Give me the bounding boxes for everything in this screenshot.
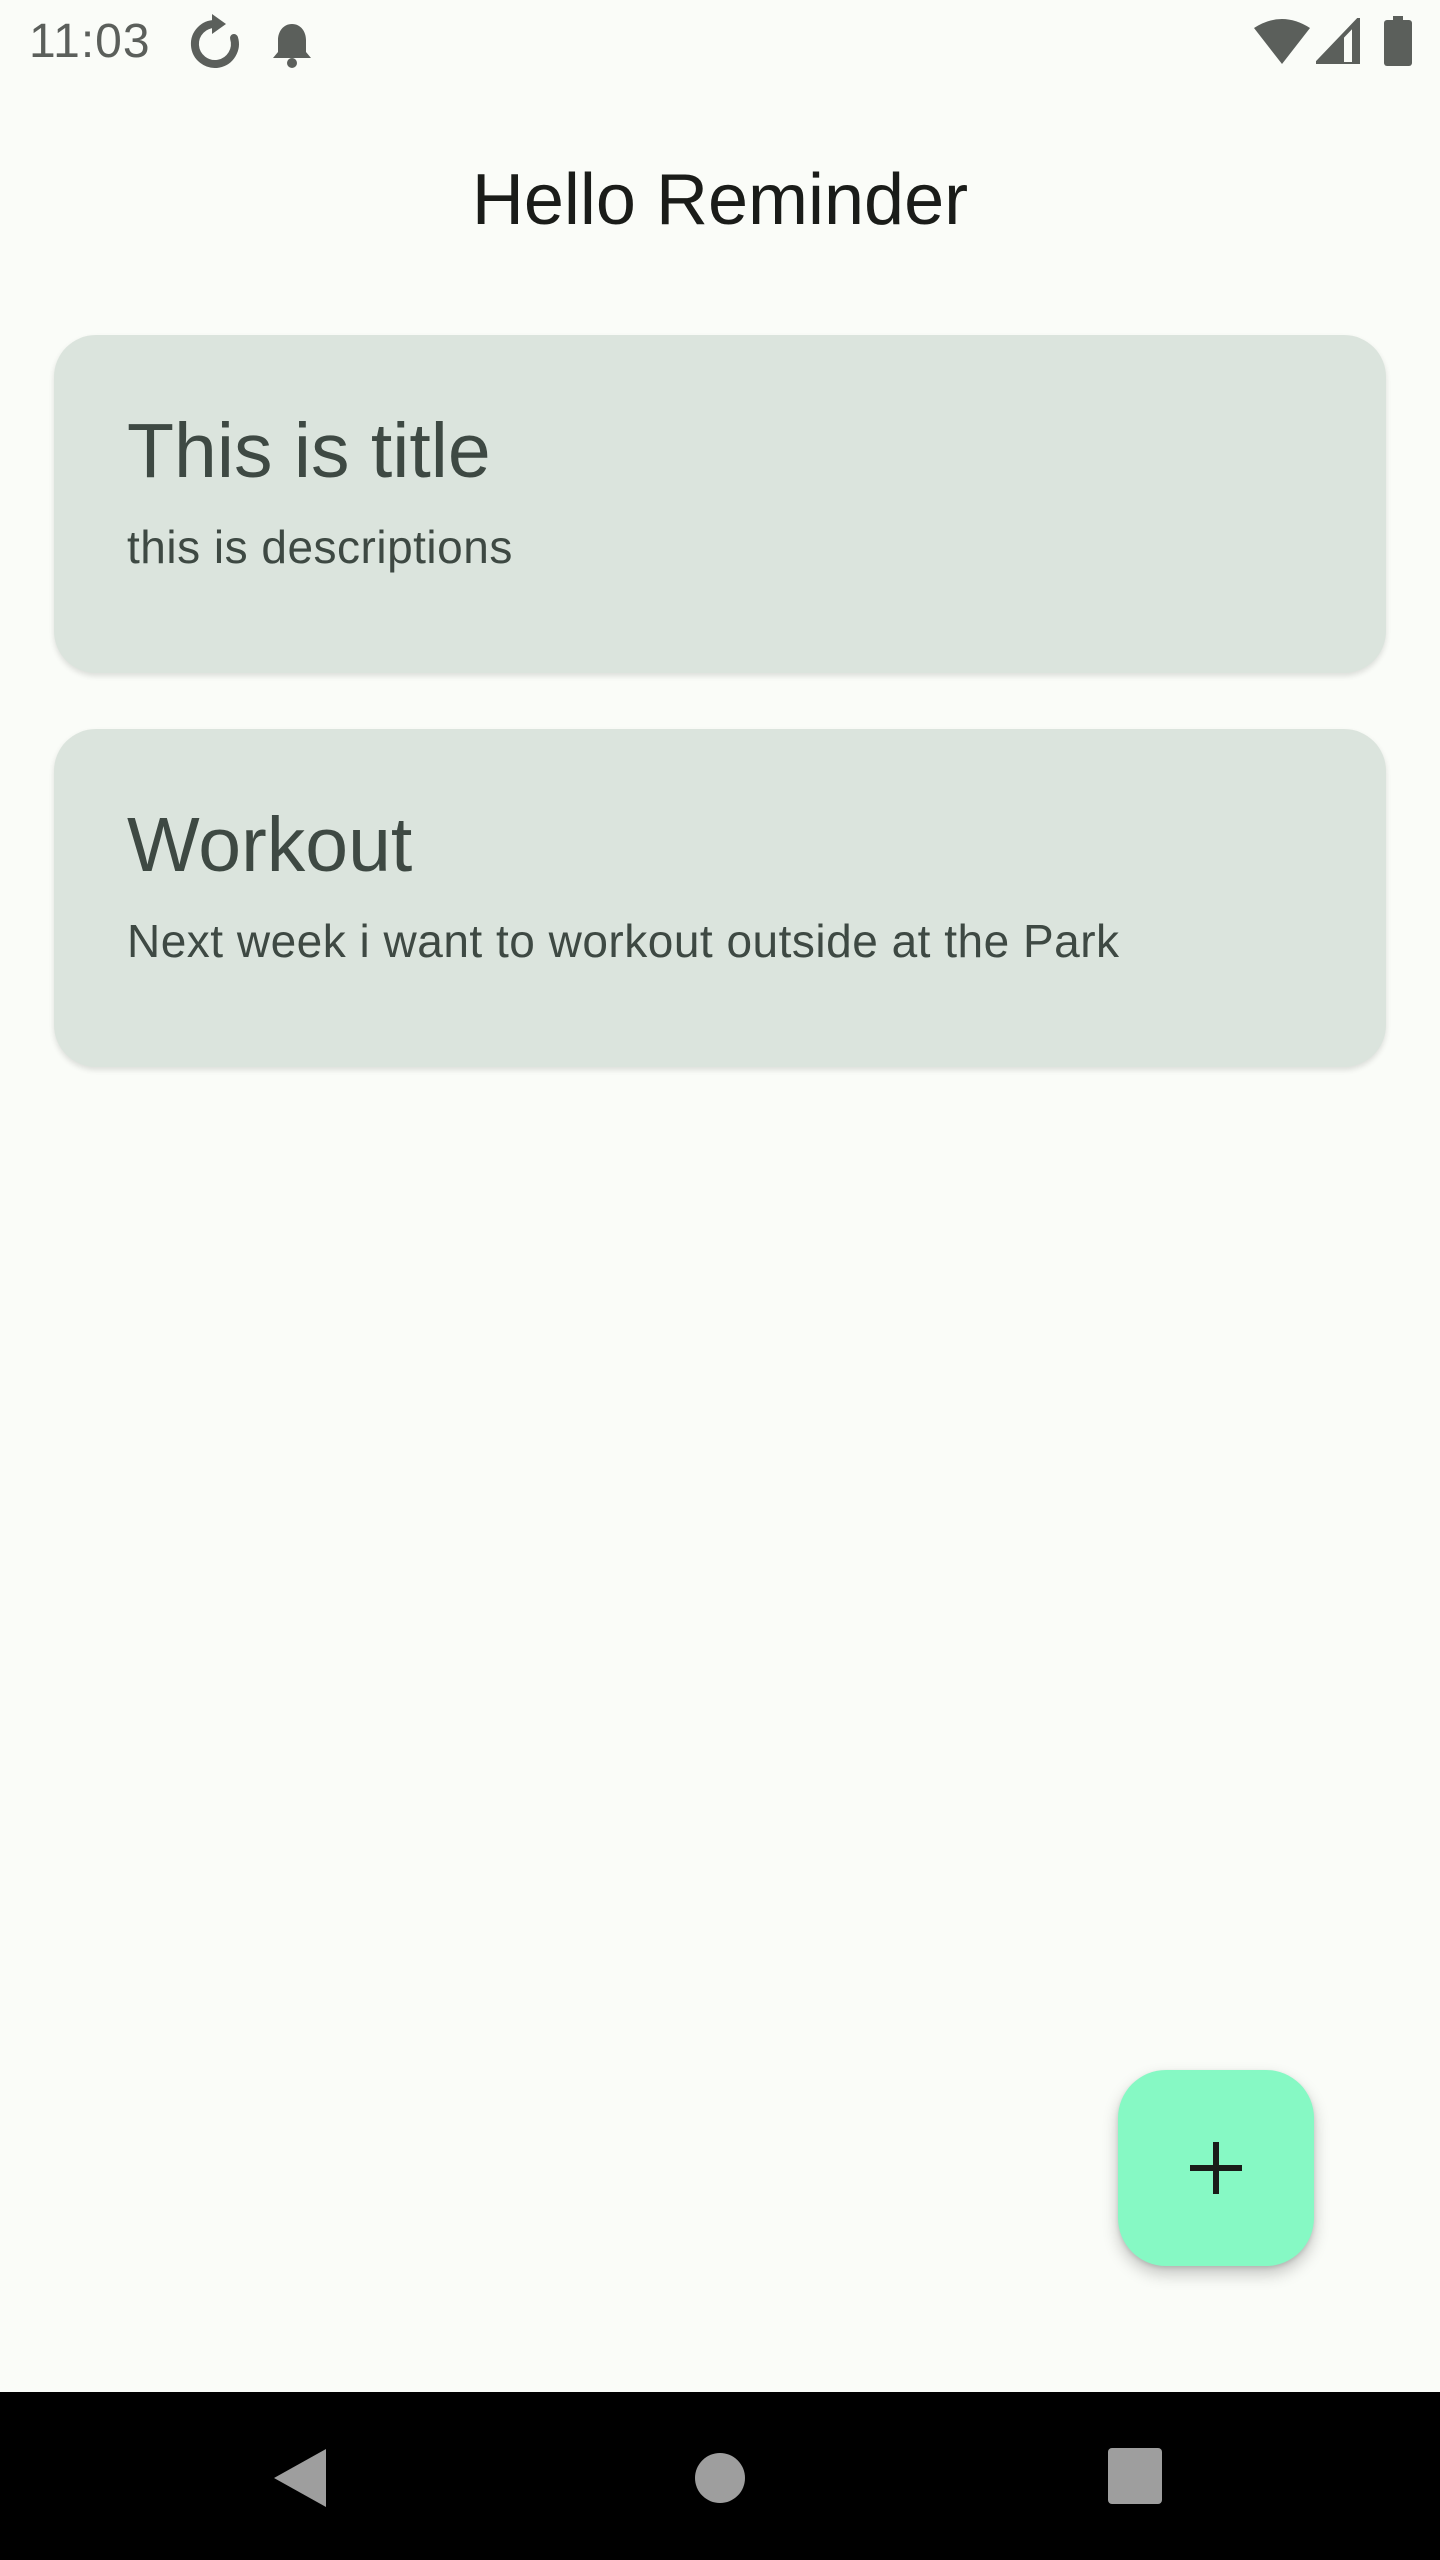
app-title: Hello Reminder	[471, 160, 969, 240]
reminder-list: This is title this is descriptions Worko…	[54, 335, 1386, 1123]
reminder-title: This is title	[127, 408, 491, 494]
status-bar: 11:03	[0, 0, 1440, 84]
home-icon[interactable]	[694, 2452, 746, 2504]
reminder-description: this is descriptions	[127, 521, 513, 573]
reminder-description: Next week i want to workout outside at t…	[127, 915, 1120, 967]
add-reminder-button[interactable]	[1118, 2070, 1314, 2266]
navigation-bar	[0, 2392, 1440, 2560]
battery-icon	[1384, 16, 1412, 66]
cellular-signal-icon	[1316, 18, 1360, 64]
reminder-card[interactable]: Workout Next week i want to workout outs…	[54, 729, 1386, 1067]
recents-icon[interactable]	[1108, 2448, 1162, 2504]
notification-bell-icon	[273, 24, 311, 68]
back-icon[interactable]	[270, 2447, 330, 2509]
reminder-title: Workout	[127, 802, 413, 888]
wifi-icon	[1254, 19, 1310, 64]
plus-icon	[1190, 2142, 1242, 2194]
reminder-card[interactable]: This is title this is descriptions	[54, 335, 1386, 673]
sync-icon	[190, 14, 239, 68]
status-time: 11:03	[29, 15, 151, 68]
